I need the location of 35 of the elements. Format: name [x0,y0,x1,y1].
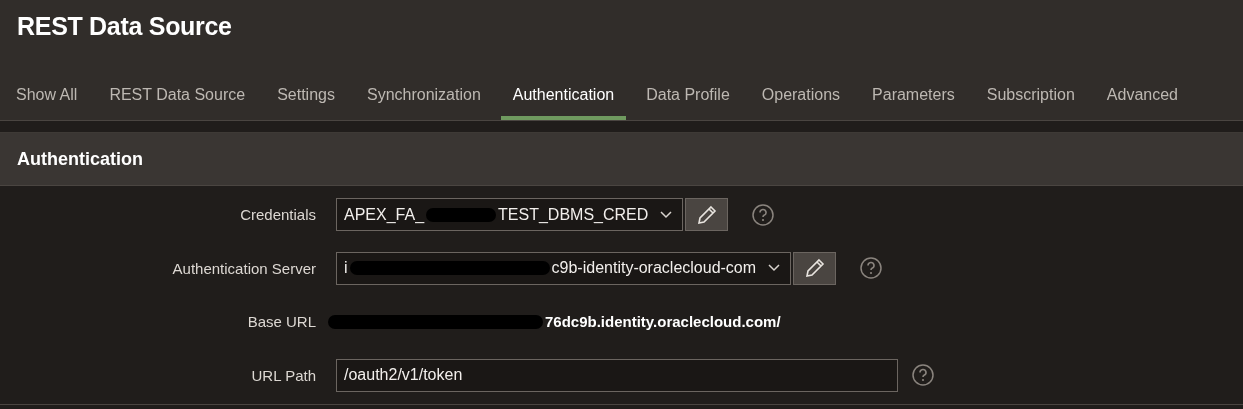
tab[interactable]: Advanced [1094,70,1190,120]
page-title: REST Data Source [16,11,233,42]
value-text: /oauth2/v1/token [344,366,463,385]
select-field[interactable]: i c9b-identity-oraclecloud-com [336,251,792,285]
edit-button[interactable] [685,198,729,232]
tab[interactable]: Synchronization [354,70,493,120]
value-text: 76dc9b.identity.oraclecloud.com/ [545,313,781,331]
tab[interactable]: Parameters [860,70,967,120]
tab[interactable]: REST Data Source [97,70,258,120]
value-text: APEX_FA_ [344,205,425,224]
help-icon[interactable] [912,364,934,387]
select-field[interactable]: APEX_FA_ TEST_DBMS_CRED [336,198,684,232]
help-icon[interactable] [752,203,775,226]
field-label: Authentication Server [172,259,316,277]
pencil-icon [695,203,718,226]
pencil-icon [803,257,826,280]
field-label: URL Path [251,366,316,384]
help-icon[interactable] [860,257,883,280]
tab[interactable]: Subscription [974,70,1087,120]
value-text: TEST_DBMS_CRED [498,205,649,224]
value-text: c9b-identity-oraclecloud-com [551,259,757,278]
tab[interactable]: Authentication [500,70,627,120]
tab[interactable]: Settings [265,70,347,120]
tab[interactable]: Data Profile [634,70,742,120]
tab[interactable]: Show All [4,70,90,120]
section-title: Authentication [0,133,1243,186]
text-field[interactable]: /oauth2/v1/token [336,358,898,392]
caret-icon [768,264,781,273]
field-label: Base URL [247,313,316,331]
tab[interactable]: Operations [749,70,853,120]
redaction-mark [426,207,497,222]
caret-icon [660,210,673,219]
value-text: i [344,259,348,278]
edit-button[interactable] [793,251,837,285]
field-label: Credentials [240,206,316,224]
